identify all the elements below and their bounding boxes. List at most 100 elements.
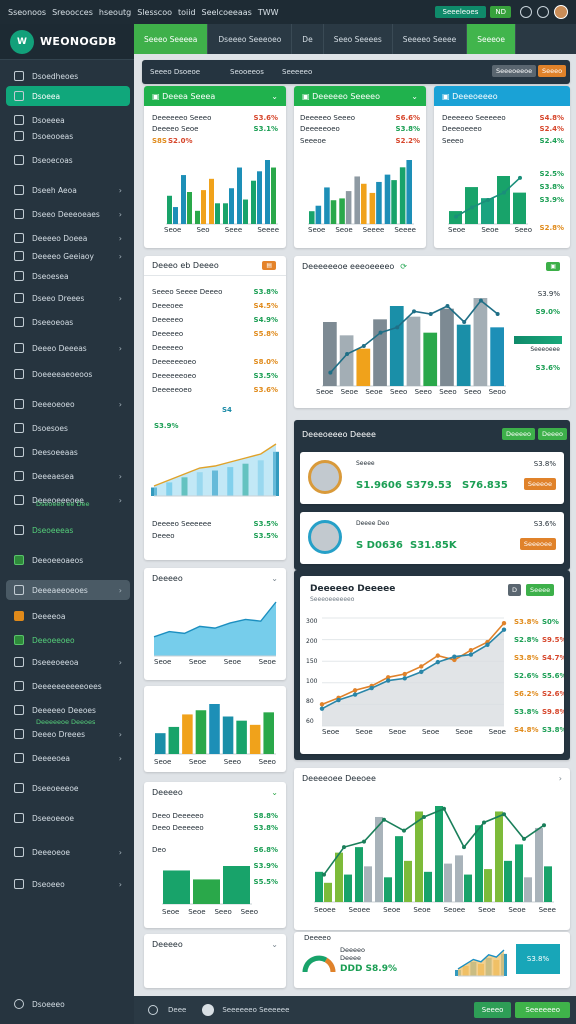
contact-action-button[interactable]: Seeeoee <box>519 538 556 550</box>
header-tab[interactable]: Dseeeo Seeeoeo <box>208 24 293 54</box>
contact-action-button[interactable]: Seeeoe <box>523 478 556 490</box>
user-avatar[interactable] <box>554 5 568 19</box>
refresh-icon[interactable]: ⟳ <box>400 262 407 271</box>
sidebar-item[interactable]: Dseeoeeoe <box>6 808 130 828</box>
chevron-icon[interactable]: › <box>119 658 122 667</box>
header-tab[interactable]: De <box>292 24 324 54</box>
header-tab[interactable]: Seeeo Seeeea <box>134 24 209 54</box>
sidebar-item[interactable]: Doeeeeaeoeoos <box>6 364 130 384</box>
sidebar-item[interactable]: Deeeoeoeo › <box>6 394 130 414</box>
topbar-item[interactable]: Sreoocces <box>52 8 93 17</box>
filter-button[interactable]: Seeee <box>526 584 555 596</box>
footer-item[interactable]: Seeeeeeo Seeeeee <box>222 1006 289 1014</box>
filter-icon[interactable]: ▤ <box>262 261 276 270</box>
card-header[interactable]: Deeeeo ⌄ <box>144 782 286 802</box>
sidebar-item[interactable]: Dseeo Deeeoeaes › <box>6 204 130 224</box>
footer-primary-button[interactable]: Seeeeeeo <box>515 1002 570 1018</box>
toolbar-tab[interactable]: Seeeo Dsoeoe <box>150 68 200 76</box>
stat-tile[interactable]: S3.8% <box>516 944 560 974</box>
sidebar-item[interactable]: Deeeeeeeeeeoees <box>6 676 130 696</box>
sidebar-item[interactable]: Deeeaeeoeoes › <box>6 580 130 600</box>
toolbar-tab[interactable]: Seeeeeo <box>282 68 312 76</box>
chevron-icon[interactable]: › <box>119 234 122 243</box>
sidebar-item[interactable]: Deeeaesea › <box>6 466 130 486</box>
sidebar-item[interactable]: Deeeeoea › <box>6 748 130 768</box>
sidebar-item[interactable]: Dseoeeo › <box>6 874 130 894</box>
header-tab[interactable]: Seeeeo Seeee <box>393 24 468 54</box>
header-tab[interactable]: Seeo Seeees <box>324 24 393 54</box>
card-header[interactable]: ▣ Deeea Seeea ⌄ <box>144 86 286 106</box>
card-header[interactable]: Deeeeeeoe eeeoeeeeo ⟳ ▣ <box>294 256 570 276</box>
sidebar-item[interactable]: Dseeeoeeoa › <box>6 652 130 672</box>
sidebar-item[interactable]: Deeeoeoe › <box>6 842 130 862</box>
card-header[interactable]: Deeeeo ⌄ <box>144 934 286 954</box>
sidebar-item[interactable]: Deeoeeoeo <box>6 630 130 650</box>
chevron-icon[interactable]: › <box>119 880 122 889</box>
expand-icon[interactable]: ▣ <box>546 261 560 271</box>
topbar-item[interactable]: TWW <box>258 8 279 17</box>
sidebar-subitem[interactable]: Deeeeeoe Deeoes <box>28 712 128 732</box>
sidebar-footer[interactable]: Dsoeeeo <box>6 994 130 1014</box>
card-header[interactable]: ▣ Deeeoeeeo <box>434 86 570 106</box>
header-button[interactable]: Deeeeo <box>502 428 535 440</box>
topbar-item[interactable]: Seelcoeeaas <box>202 8 252 17</box>
sidebar-item[interactable]: Dsoeea <box>6 86 130 106</box>
card-header[interactable]: Deeeo eb Deeeo ▤ <box>144 256 286 276</box>
chevron-icon[interactable]: › <box>119 472 122 481</box>
toolbar-tab[interactable]: Seooeeos <box>230 68 264 76</box>
card-header[interactable]: Deeeeoee Deeoee › <box>294 768 570 788</box>
chevron-down-icon[interactable]: ⌄ <box>271 92 278 101</box>
chevron-icon[interactable]: › <box>119 586 122 595</box>
chevron-right-icon[interactable]: › <box>559 774 562 783</box>
user-avatar[interactable] <box>202 1004 215 1016</box>
sidebar-item[interactable]: Deesoeeaas <box>6 442 130 462</box>
card-header[interactable]: Deeeeo ⌄ <box>144 568 286 588</box>
sidebar-item[interactable]: Dseeoeeeoe <box>6 778 130 798</box>
sidebar-item[interactable]: Dseoesea <box>6 266 130 286</box>
sidebar-item[interactable]: Dsoesoes <box>6 418 130 438</box>
sidebar-item[interactable]: Dseoecoas <box>6 150 130 170</box>
sidebar-item[interactable]: Dsoeooeas <box>6 126 130 146</box>
sidebar-item[interactable]: Dseoeeeas <box>6 520 130 540</box>
chevron-icon[interactable]: › <box>119 252 122 261</box>
settings-icon[interactable] <box>520 6 532 18</box>
sidebar-item[interactable]: Dseeoeoas <box>6 312 130 332</box>
sidebar-item[interactable]: Deeeeo Geeiaoy › <box>6 246 130 266</box>
sidebar-item[interactable]: Dseeh Aeoa › <box>6 180 130 200</box>
sidebar-item[interactable]: Dseeo Dreees › <box>6 288 130 308</box>
footer-button[interactable]: Seeeo <box>473 1002 512 1018</box>
header-tab[interactable]: Seeeoe <box>467 24 517 54</box>
header-button[interactable]: Deeeo <box>538 428 567 440</box>
chevron-icon[interactable]: › <box>119 400 122 409</box>
chevron-down-icon[interactable]: ⌄ <box>411 92 418 101</box>
chevron-icon[interactable]: › <box>119 848 122 857</box>
chevron-icon[interactable]: › <box>119 294 122 303</box>
chevron-icon[interactable]: › <box>119 210 122 219</box>
chevron-icon[interactable]: › <box>119 344 122 353</box>
sidebar-item[interactable]: Deeeeoa <box>6 606 130 626</box>
topbar-item[interactable]: toiid <box>178 8 196 17</box>
chevron-icon[interactable]: › <box>119 754 122 763</box>
sidebar-subitem[interactable]: Dseoeeo ee Dee <box>28 494 128 514</box>
chevron-down-icon[interactable]: ⌄ <box>271 574 278 583</box>
sidebar-item[interactable]: Deeeeo Doeea › <box>6 228 130 248</box>
card-header[interactable]: Deeeoeeeo Deeee Deeeeo Deeeo <box>294 420 570 448</box>
sidebar-item[interactable]: Dsoedheoes <box>6 66 130 86</box>
card-header[interactable]: ▣ Deeeeeo Seeeeo ⌄ <box>294 86 426 106</box>
help-icon[interactable] <box>537 6 549 18</box>
top-secondary-button[interactable]: ND <box>490 6 511 18</box>
chevron-icon[interactable]: › <box>119 186 122 195</box>
contact-row[interactable]: Deeee Deo S D0636 S31.85K S3.6% Seeeoee <box>300 512 564 564</box>
top-primary-button[interactable]: Seeeleoes <box>434 6 487 18</box>
topbar-item[interactable]: hseoutg <box>99 8 131 17</box>
sidebar-item[interactable]: Deeoeeoaeos <box>6 550 130 570</box>
topbar-item[interactable]: Sseonoos <box>8 8 46 17</box>
icon-button[interactable]: D <box>508 584 522 596</box>
chevron-down-icon[interactable]: ⌄ <box>271 940 278 949</box>
topbar-item[interactable]: Slesscoo <box>137 8 172 17</box>
chevron-down-icon[interactable]: ⌄ <box>271 788 278 797</box>
contact-row[interactable]: Seeee S1.9606 S379.53 S76.835 S3.8% Seee… <box>300 452 564 504</box>
brand[interactable]: W WEONOGDB <box>0 24 134 60</box>
toolbar-button-orange[interactable]: Seeeo <box>538 65 567 77</box>
footer-item[interactable]: Deee <box>168 1006 186 1014</box>
